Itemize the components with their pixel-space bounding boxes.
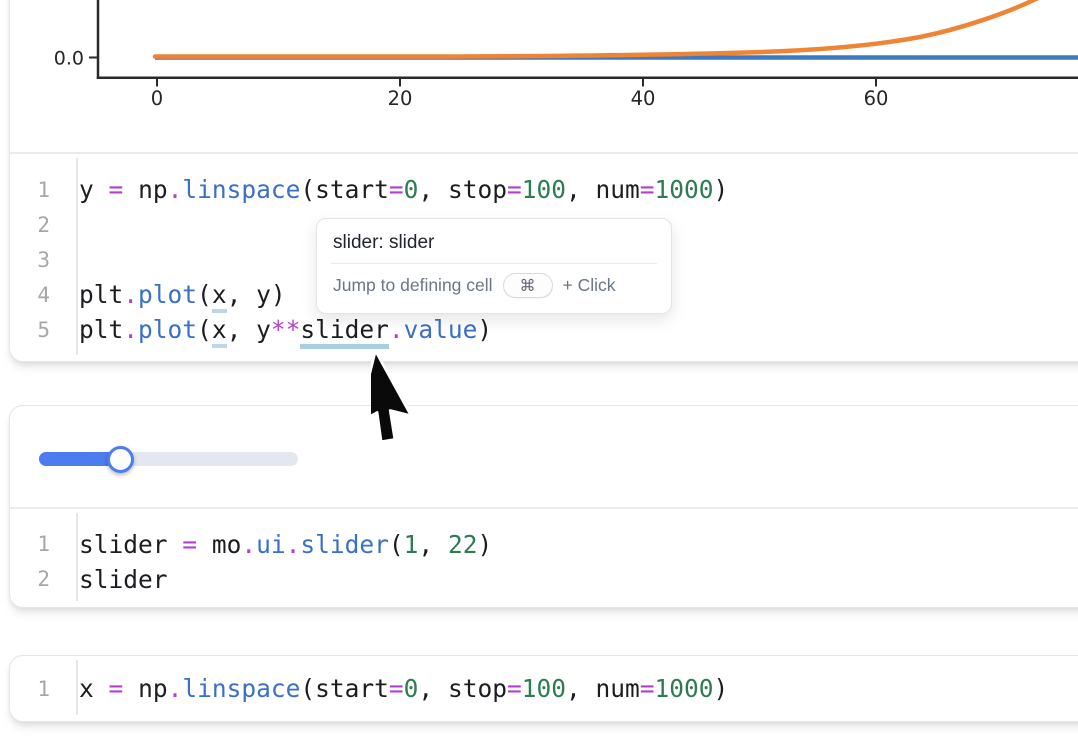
code-text: slider <box>63 565 168 594</box>
gutter-divider <box>76 158 78 355</box>
code-editor[interactable]: 1 slider = mo.ui.slider(1, 22) 2 slider <box>10 509 1078 608</box>
line-number: 2 <box>10 213 63 237</box>
code-line[interactable]: 1 slider = mo.ui.slider(1, 22) <box>10 527 1078 562</box>
gutter-divider <box>76 513 78 602</box>
line-number: 3 <box>10 248 63 272</box>
line-number: 4 <box>10 283 63 307</box>
code-text: plt.plot(x, y**slider.value) <box>63 315 492 344</box>
click-hint: + Click <box>563 275 616 296</box>
code-text: x = np.linspace(start=0, stop=100, num=1… <box>63 674 728 703</box>
line-number: 5 <box>10 318 63 342</box>
line-number: 1 <box>10 532 63 556</box>
gutter-divider <box>76 660 78 715</box>
code-line[interactable]: 2 slider <box>10 562 1078 597</box>
code-line[interactable]: 5 plt.plot(x, y**slider.value) <box>10 312 1078 347</box>
code-editor[interactable]: 1 x = np.linspace(start=0, stop=100, num… <box>10 656 1078 721</box>
slider-thumb[interactable] <box>107 446 134 473</box>
cell-slider: 1 slider = mo.ui.slider(1, 22) 2 slider <box>9 405 1078 608</box>
code-text: plt.plot(x, y) <box>63 280 286 309</box>
tooltip-action-row: Jump to defining cell ⌘ + Click <box>317 264 671 307</box>
notebook-page: 1 y = np.linspace(start=0, stop=100, num… <box>0 0 1078 746</box>
line-number: 2 <box>10 567 63 591</box>
code-text: slider = mo.ui.slider(1, 22) <box>63 530 492 559</box>
variable-tooltip: slider: slider Jump to defining cell ⌘ +… <box>316 218 672 314</box>
code-line[interactable]: 1 y = np.linspace(start=0, stop=100, num… <box>10 172 1078 207</box>
slider-track[interactable] <box>39 452 298 466</box>
line-number: 1 <box>10 677 63 701</box>
code-text: y = np.linspace(start=0, stop=100, num=1… <box>63 175 728 204</box>
jump-to-cell-hint[interactable]: Jump to defining cell <box>333 275 493 296</box>
cmd-key-icon: ⌘ <box>503 273 553 298</box>
line-number: 1 <box>10 178 63 202</box>
tooltip-title: slider: slider <box>317 219 671 263</box>
cell-x: 1 x = np.linspace(start=0, stop=100, num… <box>9 655 1078 722</box>
code-line[interactable]: 1 x = np.linspace(start=0, stop=100, num… <box>10 671 1078 706</box>
